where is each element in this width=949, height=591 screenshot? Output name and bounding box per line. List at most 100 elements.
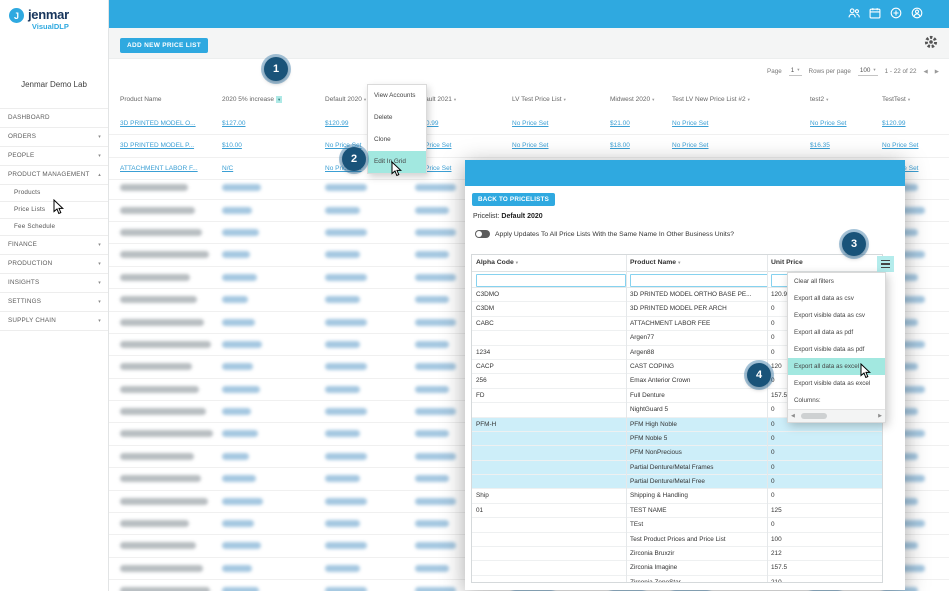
export-menu-item[interactable]: Clear all filters (788, 273, 885, 290)
unit-price-cell[interactable]: 157.5 (771, 564, 879, 571)
unit-price-cell[interactable]: 0 (771, 449, 879, 456)
unit-price-cell[interactable]: 0 (771, 435, 879, 442)
sidebar-item[interactable]: SETTINGS ▾ (0, 293, 108, 312)
grid-row[interactable]: PFM NonPrecious 0 (472, 446, 882, 461)
grid-row[interactable]: PFM Noble 5 0 (472, 431, 882, 447)
product-name-cell[interactable]: NightGuard 5 (630, 406, 768, 413)
export-menu-item[interactable]: Export all data as pdf (788, 324, 885, 341)
add-new-price-list-button[interactable]: ADD NEW PRICE LIST (120, 38, 209, 53)
add-circle-icon[interactable] (890, 7, 902, 19)
gear-icon[interactable] (924, 35, 938, 54)
export-menu-item[interactable]: Columns: (788, 392, 885, 409)
product-name-cell[interactable]: Argen77 (630, 334, 768, 341)
grid-column-product-name[interactable]: Product Name ▾ (630, 259, 680, 266)
product-name-cell[interactable]: Argen88 (630, 349, 768, 356)
grid-row[interactable]: Partial Denture/Metal Free 0 (472, 475, 882, 490)
column-header-testtest[interactable]: TestTest ▾ (882, 96, 910, 103)
product-name-filter-input[interactable] (630, 274, 768, 287)
product-name-cell[interactable]: TEST NAME (630, 507, 768, 514)
price-cell[interactable]: $120.99 (325, 120, 349, 127)
apply-updates-toggle[interactable] (475, 230, 490, 238)
price-cell[interactable]: No Price Set (672, 120, 709, 127)
alpha-code-cell[interactable]: 256 (476, 377, 624, 384)
context-menu-item[interactable]: View Accounts (368, 85, 426, 107)
product-name-cell[interactable]: PFM High Noble (630, 421, 768, 428)
grid-row[interactable]: Partial Denture/Metal Frames 0 (472, 460, 882, 476)
column-header-lv-test-price-list[interactable]: LV Test Price List ▾ (512, 96, 566, 103)
price-cell[interactable]: $18.00 (610, 142, 630, 149)
column-header-default-2020[interactable]: Default 2020 ▾ (325, 96, 366, 103)
column-header-midwest-2020[interactable]: Midwest 2020 ▾ (610, 96, 654, 103)
price-cell[interactable]: N/C (222, 165, 233, 172)
sidebar-item[interactable]: Fee Schedule (0, 219, 108, 236)
scrollbar-thumb[interactable] (801, 413, 827, 419)
grid-row[interactable]: Test Product Prices and Price List 100 (472, 533, 882, 548)
price-cell[interactable]: $16.35 (810, 142, 830, 149)
export-menu-item[interactable]: Export all data as csv (788, 290, 885, 307)
sidebar-item[interactable]: FINANCE ▾ (0, 236, 108, 255)
column-header-test2[interactable]: test2 ▾ (810, 96, 828, 103)
product-name-link[interactable]: 3D PRINTED MODEL P... (120, 142, 194, 149)
next-page-button[interactable]: ▶ (935, 69, 939, 75)
alpha-code-cell[interactable]: 1234 (476, 349, 624, 356)
alpha-code-cell[interactable]: CABC (476, 320, 624, 327)
users-icon[interactable] (848, 7, 860, 19)
grid-row[interactable]: Ship Shipping & Handling 0 (472, 489, 882, 504)
alpha-code-filter-input[interactable] (476, 274, 626, 287)
price-cell[interactable]: $21.00 (610, 120, 630, 127)
back-to-pricelists-button[interactable]: BACK TO PRICELISTS (472, 193, 556, 206)
column-header-test-lv-new-price-list-2[interactable]: Test LV New Price List #2 ▾ (672, 96, 750, 103)
unit-price-cell[interactable]: 100 (771, 536, 879, 543)
unit-price-cell[interactable]: 212 (771, 550, 879, 557)
filter-chevron-icon[interactable]: ▾ (276, 96, 283, 103)
column-header-2020-5-increase[interactable]: 2020 5% increase ▾ (222, 96, 283, 103)
unit-price-cell[interactable]: 0 (771, 492, 879, 499)
sidebar-item[interactable]: DASHBOARD (0, 109, 108, 128)
product-name-link[interactable]: ATTACHMENT LABOR F... (120, 165, 198, 172)
sidebar-item[interactable]: SUPPLY CHAIN ▾ (0, 312, 108, 331)
sidebar-item[interactable]: PEOPLE ▾ (0, 147, 108, 166)
alpha-code-cell[interactable]: CACP (476, 363, 624, 370)
product-name-cell[interactable]: TEst (630, 521, 768, 528)
product-name-cell[interactable]: Zirconia Bruxzir (630, 550, 768, 557)
grid-column-alpha-code[interactable]: Alpha Code ▾ (476, 259, 518, 266)
product-name-cell[interactable]: Partial Denture/Metal Free (630, 478, 768, 485)
grid-column-unit-price[interactable]: Unit Price (771, 259, 803, 266)
grid-row[interactable]: Zirconia Bruxzir 212 (472, 547, 882, 562)
rows-per-page-select[interactable]: 100 ▾ (857, 67, 878, 76)
product-name-cell[interactable]: PFM Noble 5 (630, 435, 768, 442)
unit-price-cell[interactable]: 0 (771, 464, 879, 471)
scroll-right-icon[interactable]: ▶ (878, 413, 882, 419)
unit-price-cell[interactable]: 210 (771, 579, 879, 582)
calendar-icon[interactable] (869, 7, 881, 19)
grid-menu-icon[interactable] (877, 256, 894, 272)
alpha-code-cell[interactable]: Ship (476, 492, 624, 499)
price-cell[interactable]: No Price Set (882, 142, 919, 149)
product-name-cell[interactable]: Full Denture (630, 392, 768, 399)
product-name-cell[interactable]: ATTACHMENT LABOR FEE (630, 320, 768, 327)
price-cell[interactable]: No Price Set (672, 142, 709, 149)
grid-row[interactable]: 01 TEST NAME 125 (472, 504, 882, 519)
alpha-code-cell[interactable]: 01 (476, 507, 624, 514)
sidebar-item[interactable]: INSIGHTS ▾ (0, 274, 108, 293)
product-name-cell[interactable]: Shipping & Handling (630, 492, 768, 499)
price-cell[interactable]: $120.99 (882, 120, 906, 127)
product-name-link[interactable]: 3D PRINTED MODEL O... (120, 120, 196, 127)
price-cell[interactable]: No Price Set (512, 120, 549, 127)
alpha-code-cell[interactable]: C3DMO (476, 291, 624, 298)
scroll-left-icon[interactable]: ◀ (791, 413, 795, 419)
alpha-code-cell[interactable]: C3DM (476, 305, 624, 312)
sidebar-item[interactable]: PRODUCTION ▾ (0, 255, 108, 274)
product-name-cell[interactable]: Zirconia Imagine (630, 564, 768, 571)
context-menu-item[interactable]: Delete (368, 107, 426, 129)
unit-price-cell[interactable]: 0 (771, 478, 879, 485)
product-name-cell[interactable]: Zirconia ZenoStar (630, 579, 768, 582)
grid-row[interactable]: Zirconia Imagine 157.5 (472, 561, 882, 576)
price-cell[interactable]: No Price Set (512, 142, 549, 149)
product-name-cell[interactable]: 3D PRINTED MODEL ORTHO BASE PE... (630, 291, 768, 298)
column-header-product-name[interactable]: Product Name (120, 96, 162, 103)
price-cell[interactable]: $127.00 (222, 120, 246, 127)
product-name-cell[interactable]: Partial Denture/Metal Frames (630, 464, 768, 471)
export-menu-item[interactable]: Export visible data as pdf (788, 341, 885, 358)
grid-row[interactable]: Zirconia ZenoStar 210 (472, 576, 882, 582)
